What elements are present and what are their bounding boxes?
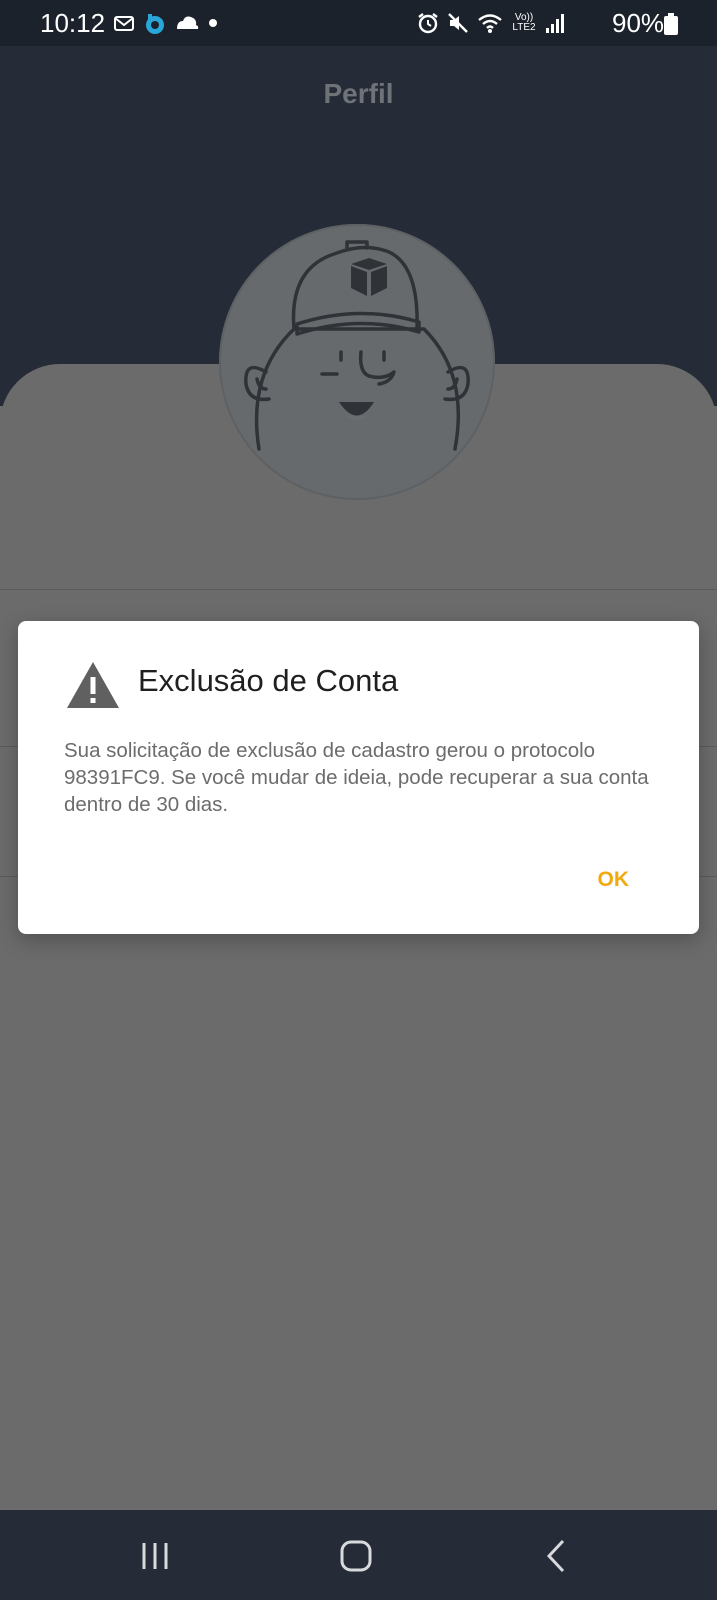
- status-bar: 10:12 Vo)) LTE2 90%: [0, 0, 717, 46]
- recents-button[interactable]: [125, 1528, 185, 1584]
- dot-icon: [209, 19, 217, 27]
- sync-icon: [146, 14, 164, 34]
- ok-button[interactable]: OK: [592, 864, 636, 896]
- battery-percentage: 90%: [612, 8, 665, 38]
- volte-icon: Vo)) LTE2: [512, 12, 536, 33]
- wifi-icon: [478, 14, 502, 33]
- delivery-man-avatar-icon: [244, 240, 470, 451]
- back-icon: [546, 1539, 565, 1573]
- status-left-icons: [112, 10, 220, 36]
- dialog-title: Exclusão de Conta: [138, 663, 399, 698]
- battery-icon: [664, 13, 678, 35]
- account-deletion-dialog: Exclusão de Conta Sua solicitação de exc…: [18, 621, 699, 934]
- navigation-bar: [0, 1510, 717, 1600]
- dialog-message: Sua solicitação de exclusão de cadastro …: [64, 739, 649, 816]
- home-button[interactable]: [326, 1528, 386, 1584]
- divider: [0, 589, 717, 590]
- home-icon: [340, 1540, 372, 1572]
- cloud-icon: [177, 16, 199, 29]
- mute-icon: [448, 13, 468, 33]
- signal-icon: [546, 14, 564, 33]
- back-button[interactable]: [527, 1528, 587, 1584]
- alarm-icon: [418, 13, 438, 34]
- profile-content-card: [0, 364, 717, 1514]
- status-time: 10:12: [40, 8, 106, 38]
- avatar: [219, 224, 495, 500]
- warning-icon: [67, 662, 119, 708]
- recents-icon: [142, 1543, 168, 1569]
- page-title: Perfil: [323, 78, 394, 109]
- status-right-icons: Vo)) LTE2: [417, 10, 565, 36]
- notification-icon: [114, 16, 134, 31]
